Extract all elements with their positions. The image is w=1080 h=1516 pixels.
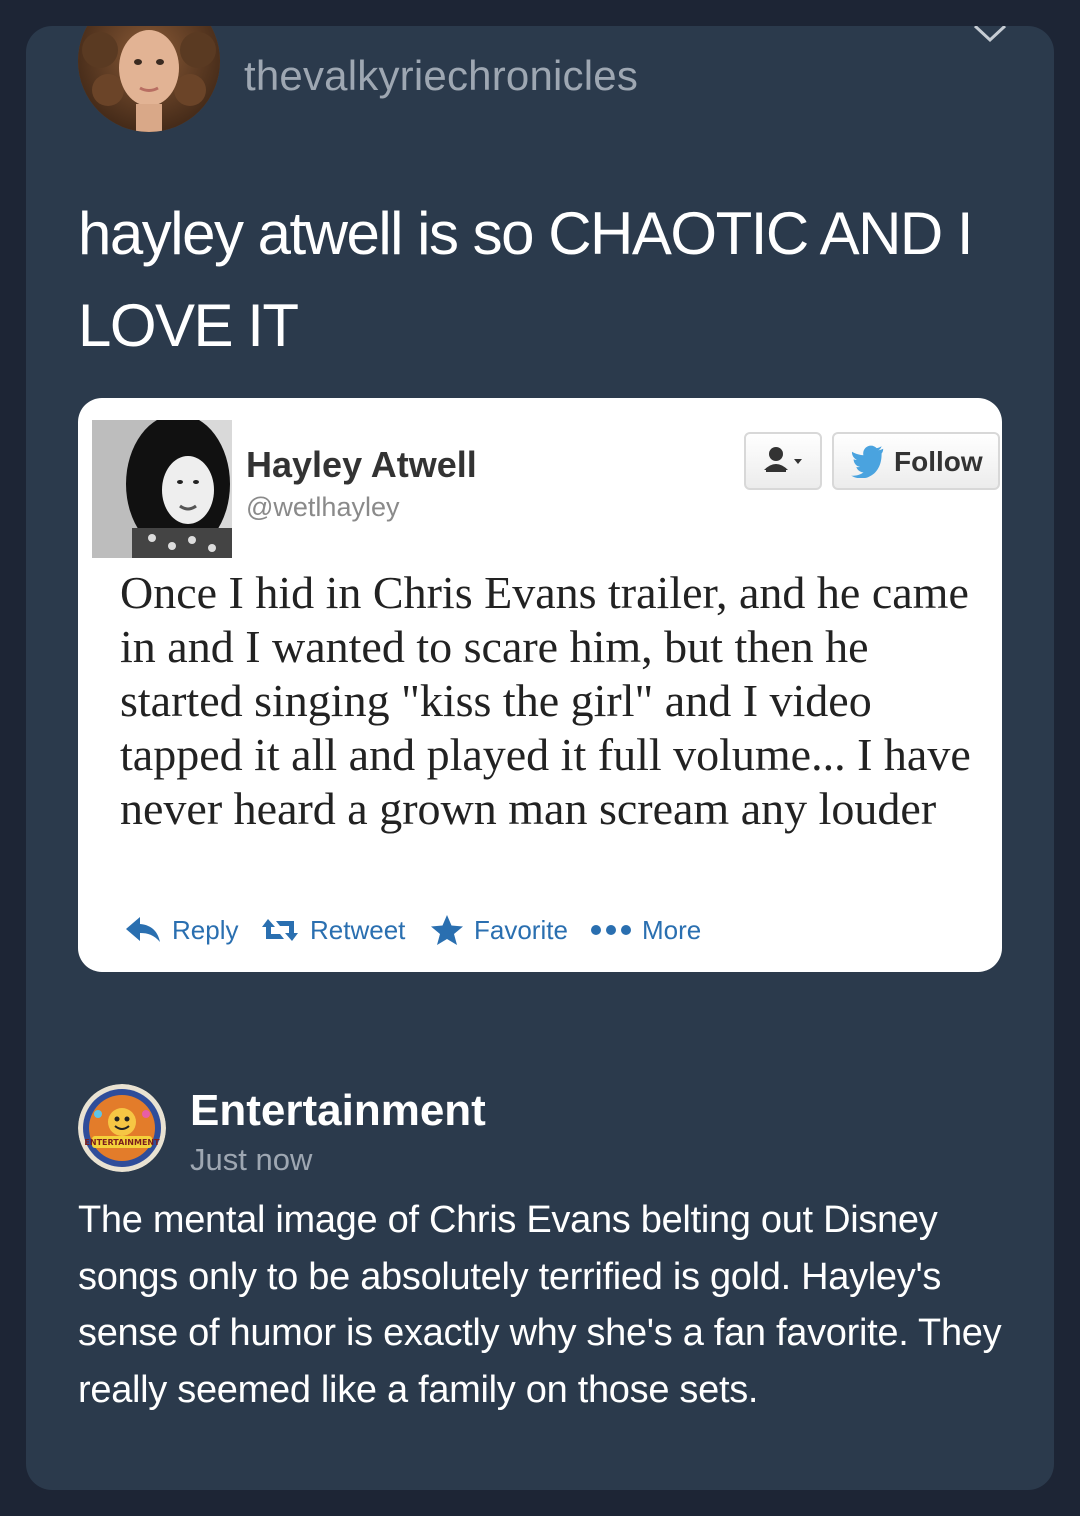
tweet-author-name[interactable]: Hayley Atwell — [246, 444, 477, 486]
follow-label: Follow — [894, 446, 983, 477]
retweet-label: Retweet — [310, 914, 406, 945]
comment-avatar[interactable]: ENTERTAINMENT — [78, 1084, 166, 1172]
comment-timestamp: Just now — [190, 1142, 313, 1177]
more-dots-icon — [591, 925, 631, 935]
avatar[interactable] — [78, 26, 220, 132]
embedded-tweet: Hayley Atwell @wetlhayley Follow Once I … — [78, 398, 1002, 972]
follow-button[interactable]: Follow — [832, 432, 1000, 490]
post-text: hayley atwell is so CHAOTIC AND I LOVE I… — [78, 200, 974, 359]
reply-icon — [126, 917, 160, 942]
favorite-label: Favorite — [474, 914, 568, 945]
profile-photo-icon — [92, 420, 232, 558]
star-icon — [431, 915, 463, 945]
comment-author-name[interactable]: Entertainment — [190, 1086, 486, 1136]
favorite-action[interactable]: Favorite — [430, 910, 568, 950]
post-username[interactable]: thevalkyriechronicles — [244, 52, 638, 100]
reply-action[interactable]: Reply — [124, 910, 238, 950]
retweet-icon — [262, 919, 298, 941]
comment-text: The mental image of Chris Evans belting … — [78, 1199, 1002, 1411]
post-card: thevalkyriechronicles hayley atwell is s… — [26, 26, 1054, 1490]
profile-photo-icon — [78, 26, 220, 132]
tweet-avatar[interactable] — [92, 420, 232, 558]
more-action[interactable]: More — [590, 910, 701, 950]
user-menu-button[interactable] — [744, 432, 822, 490]
user-dropdown-icon — [764, 447, 802, 472]
retweet-action[interactable]: Retweet — [260, 910, 405, 950]
entertainment-logo-icon: ENTERTAINMENT — [78, 1084, 166, 1172]
more-label: More — [642, 914, 702, 945]
twitter-bird-icon — [851, 445, 884, 478]
logo-badge-text: ENTERTAINMENT — [84, 1138, 160, 1147]
reply-label: Reply — [172, 914, 239, 945]
chevron-down-icon[interactable] — [972, 26, 1008, 48]
tweet-author-handle[interactable]: @wetlhayley — [246, 492, 399, 523]
tweet-text: Once I hid in Chris Evans trailer, and h… — [120, 567, 971, 834]
